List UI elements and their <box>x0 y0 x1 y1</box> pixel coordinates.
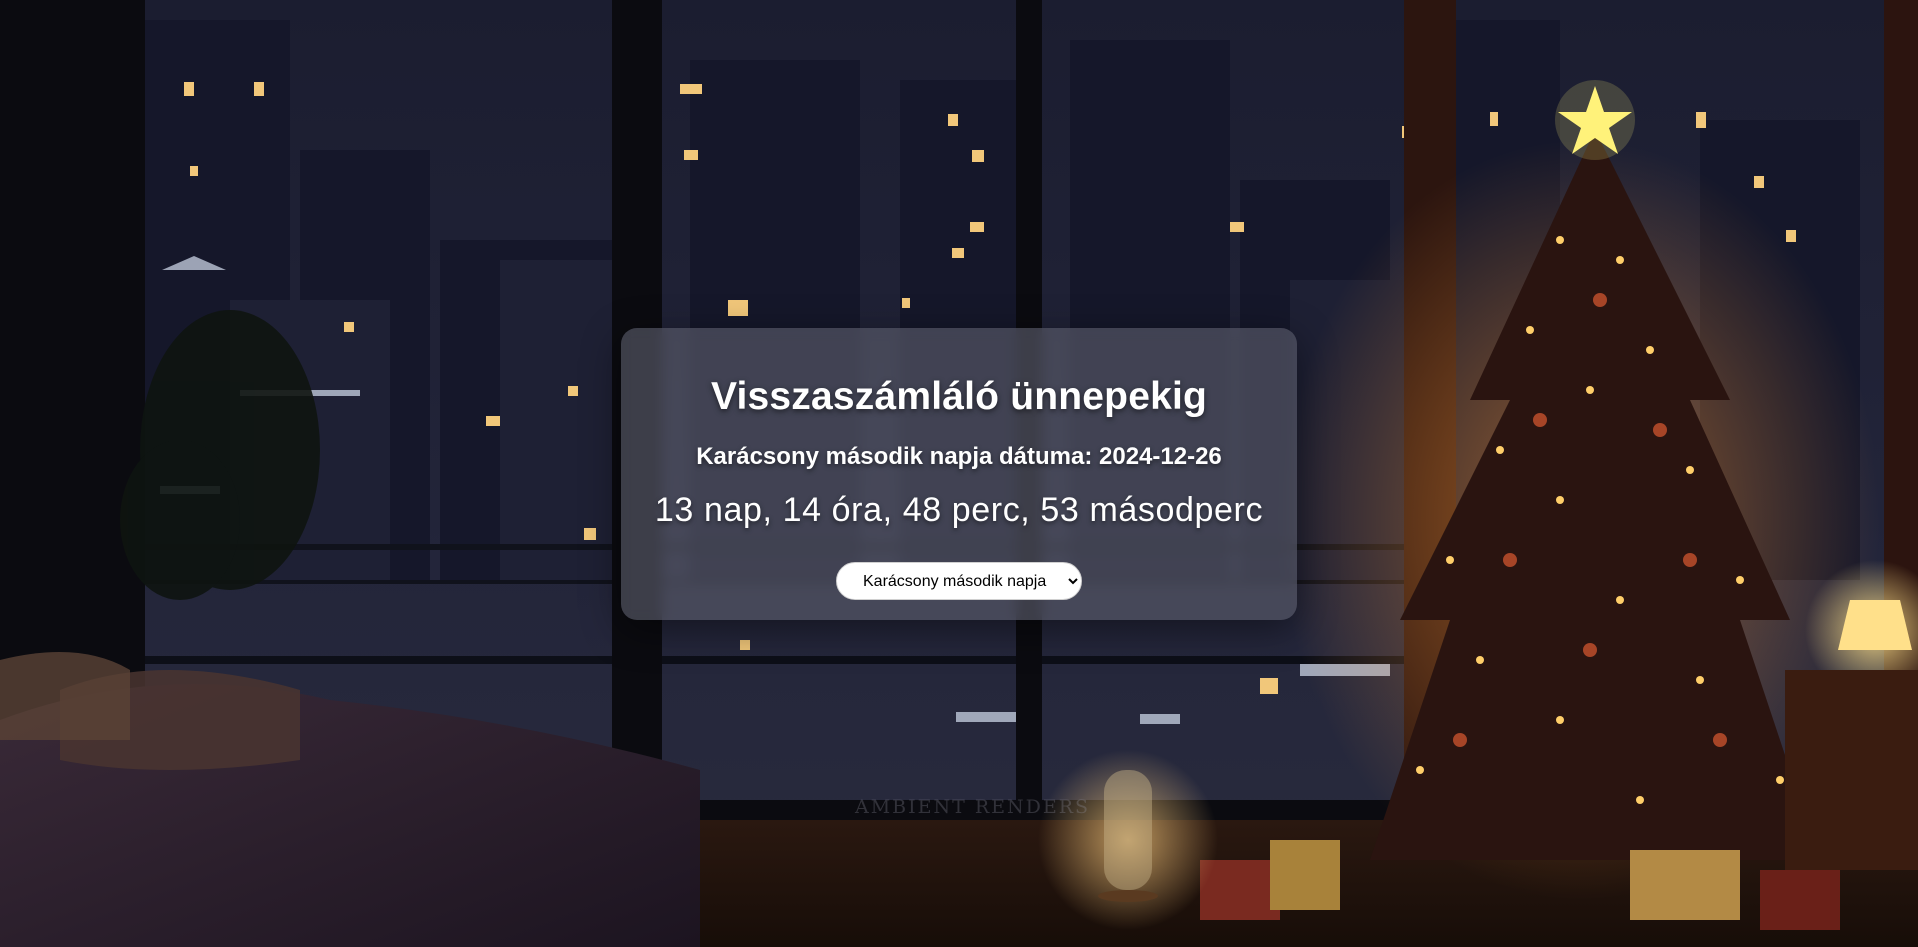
watermark-text: AMBIENT RENDERS <box>855 796 1091 818</box>
countdown-panel: Visszaszámláló ünnepekig Karácsony másod… <box>621 328 1297 620</box>
holiday-select-wrapper: Karácsony második napja <box>836 562 1082 600</box>
countdown-timer: 13 nap, 14 óra, 48 perc, 53 másodperc <box>654 491 1264 529</box>
holiday-select[interactable]: Karácsony második napja <box>836 562 1082 600</box>
page-title: Visszaszámláló ünnepekig <box>710 375 1208 418</box>
holiday-date-label: Karácsony második napja dátuma: 2024-12-… <box>696 443 1222 470</box>
